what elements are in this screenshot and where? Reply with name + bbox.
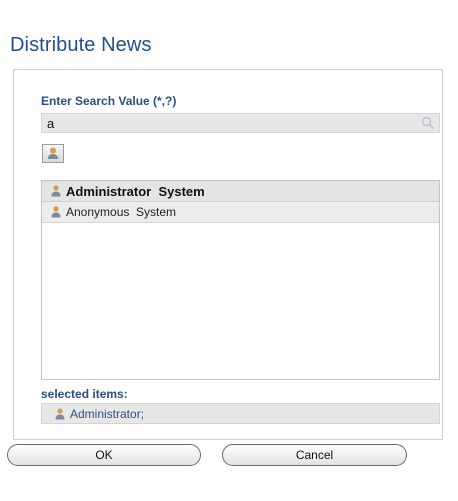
search-label: Enter Search Value (*,?): [41, 94, 177, 108]
list-item-label: Administrator System: [66, 184, 205, 199]
ok-button[interactable]: OK: [7, 444, 201, 466]
dialog-title: Distribute News: [10, 34, 152, 56]
search-input[interactable]: a: [41, 113, 440, 133]
user-icon: [55, 408, 65, 420]
user-icon: [48, 147, 58, 159]
search-value[interactable]: a: [47, 116, 54, 131]
selected-items-field[interactable]: Administrator;: [41, 403, 440, 424]
selected-item-value[interactable]: Administrator;: [70, 407, 144, 421]
search-icon[interactable]: [421, 116, 435, 130]
user-icon: [51, 206, 61, 218]
list-item[interactable]: Administrator System: [42, 181, 439, 202]
selected-items-label: selected items:: [41, 387, 128, 401]
user-search-button[interactable]: [42, 144, 64, 163]
cancel-button[interactable]: Cancel: [222, 444, 407, 466]
user-icon: [51, 185, 61, 197]
list-item-label: Anonymous System: [66, 205, 177, 219]
results-list[interactable]: Administrator System Anonymous System: [41, 180, 440, 380]
list-item[interactable]: Anonymous System: [42, 202, 439, 223]
